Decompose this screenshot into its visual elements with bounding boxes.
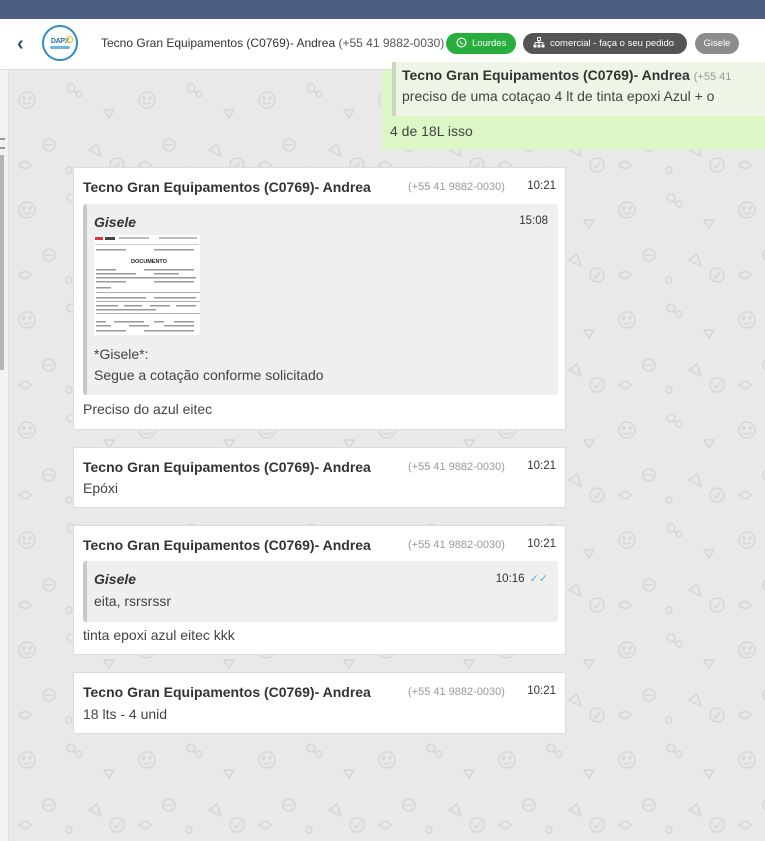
message-text: 18 lts - 4 unid xyxy=(83,706,168,722)
contact-phone: (+55 41 9882-0030) xyxy=(338,36,445,50)
document-preview-icon: DOCUMENTO xyxy=(94,235,200,335)
whatsapp-icon xyxy=(456,37,467,51)
quote-time-wrap: 10:16 ✓✓ xyxy=(496,572,548,585)
double-check-icon: ✓✓ xyxy=(529,573,548,585)
message-phone: (+55 41 9882-0030) xyxy=(408,461,505,473)
message-time: 10:21 xyxy=(527,685,556,697)
contact-title: Tecno Gran Equipamentos (C0769)- Andrea … xyxy=(101,36,444,50)
back-arrow-icon[interactable]: ‹ xyxy=(17,33,33,55)
user-chip[interactable]: Gisele xyxy=(695,33,739,54)
queue-chip-label: comercial - faça o seu pedido xyxy=(550,38,675,49)
agent-chip-label: Lourdes xyxy=(472,38,507,49)
message-phone: (+55 41 9882-0030) xyxy=(408,181,505,193)
document-thumbnail[interactable]: DOCUMENTO xyxy=(94,235,200,335)
message-time: 10:21 xyxy=(527,538,556,550)
quote-sender: Gisele xyxy=(94,214,137,230)
contact-name: Tecno Gran Equipamentos (C0769)- Andrea xyxy=(101,36,336,50)
sidebar-mark xyxy=(0,147,5,149)
incoming-message[interactable]: Tecno Gran Equipamentos (C0769)- Andrea … xyxy=(73,525,566,655)
outgoing-message-text: 4 de 18L isso xyxy=(390,123,473,139)
message-phone: (+55 41 9882-0030) xyxy=(408,686,505,698)
contact-avatar[interactable]: DAPX xyxy=(42,25,78,61)
incoming-message[interactable]: Tecno Gran Equipamentos (C0769)- Andrea … xyxy=(73,447,566,508)
sidebar-mark xyxy=(0,138,5,140)
quote-line: Segue a cotação conforme solicitado xyxy=(94,367,324,383)
message-time: 10:21 xyxy=(527,460,556,472)
message-time: 10:21 xyxy=(527,180,556,192)
message-text: tinta epoxi azul eitec kkk xyxy=(83,627,235,643)
quote-time: 15:08 xyxy=(519,215,548,227)
message-sender: Tecno Gran Equipamentos (C0769)- Andrea xyxy=(83,537,371,553)
sitemap-icon xyxy=(533,36,545,51)
message-sender: Tecno Gran Equipamentos (C0769)- Andrea xyxy=(83,179,371,195)
quote-sender-name: Tecno Gran Equipamentos (C0769)- Andrea xyxy=(402,67,690,83)
avatar-logo-bar xyxy=(50,45,70,49)
window-top-strip xyxy=(0,0,765,19)
quote-line: eita, rsrsrssr xyxy=(94,593,171,609)
user-chip-label: Gisele xyxy=(703,38,731,49)
avatar-logo-dot xyxy=(66,36,73,43)
quote-text: preciso de uma cotaçao 4 lt de tinta epo… xyxy=(402,88,715,104)
quote-sender: Tecno Gran Equipamentos (C0769)- Andrea … xyxy=(402,67,731,83)
message-text: Preciso do azul eitec xyxy=(83,401,213,417)
outgoing-quote[interactable]: Tecno Gran Equipamentos (C0769)- Andrea … xyxy=(392,62,765,116)
quote-sender: Gisele xyxy=(94,571,137,587)
document-title: DOCUMENTO xyxy=(131,259,168,265)
quoted-message[interactable]: Gisele 15:08 DOCUMENTO *Gisele*: Segue a… xyxy=(83,204,558,395)
incoming-message[interactable]: Tecno Gran Equipamentos (C0769)- Andrea … xyxy=(73,672,566,734)
message-phone: (+55 41 9882-0030) xyxy=(408,539,505,551)
message-sender: Tecno Gran Equipamentos (C0769)- Andrea xyxy=(83,459,371,475)
quoted-message[interactable]: Gisele 10:16 ✓✓ eita, rsrsrssr xyxy=(83,561,558,622)
queue-chip[interactable]: comercial - faça o seu pedido xyxy=(523,33,687,54)
quote-line: *Gisele*: xyxy=(94,346,149,362)
sidebar-scrollbar[interactable] xyxy=(0,155,4,370)
quote-time: 10:16 xyxy=(495,573,525,585)
agent-chip[interactable]: Lourdes xyxy=(446,33,516,54)
quote-sender-phone: (+55 41 xyxy=(693,71,732,83)
message-text: Epóxi xyxy=(83,480,119,496)
message-sender: Tecno Gran Equipamentos (C0769)- Andrea xyxy=(83,684,371,700)
incoming-message[interactable]: Tecno Gran Equipamentos (C0769)- Andrea … xyxy=(73,167,566,430)
